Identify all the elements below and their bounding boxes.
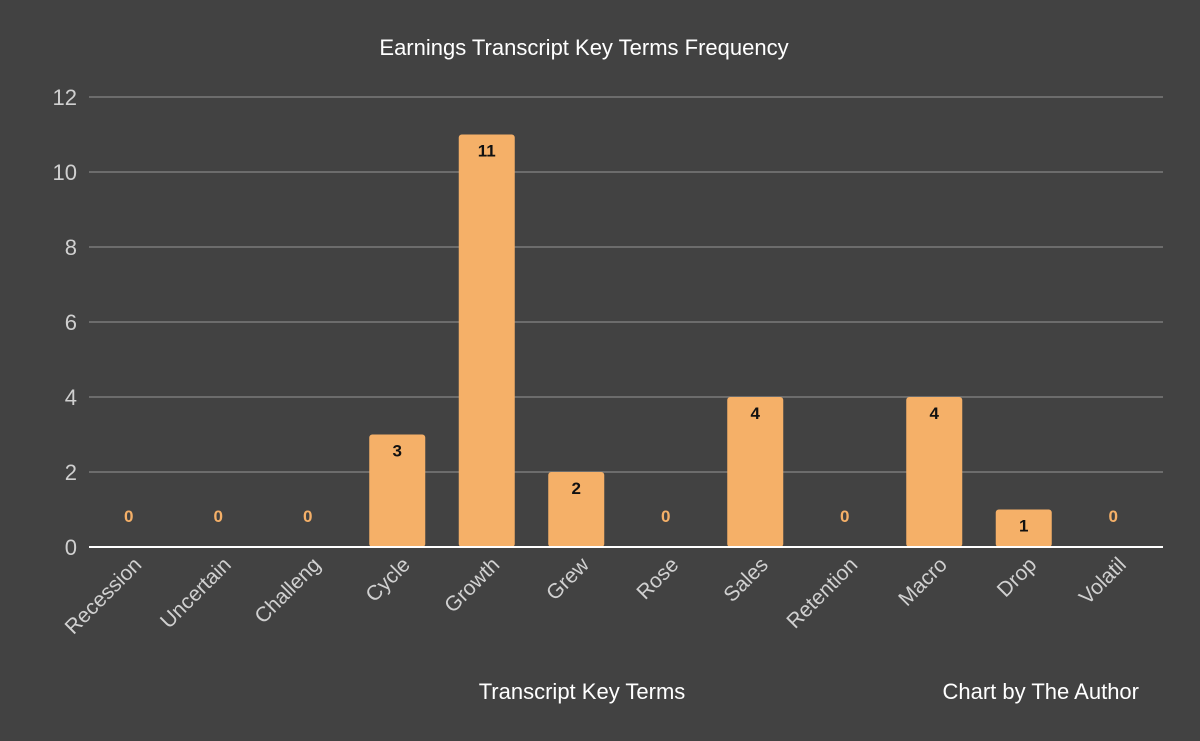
data-label: 1 [1019,517,1028,536]
x-tick-label: Challeng [250,553,325,628]
data-label: 0 [1109,507,1118,526]
y-tick-label: 6 [65,310,77,335]
y-tick-label: 8 [65,235,77,260]
gridlines [89,96,1163,473]
x-tick-label: Uncertain [156,553,236,633]
x-tick-label: Macro [894,553,952,611]
data-label: 2 [572,479,581,498]
x-tick-label: Drop [993,553,1041,601]
y-axis-ticks: 0 2 4 6 8 10 12 [53,85,77,560]
data-label: 0 [661,507,670,526]
data-label: 4 [930,404,940,423]
x-tick-label: Rose [632,553,683,604]
bar-chart: Earnings Transcript Key Terms Frequency … [53,35,1163,704]
x-axis-ticks: Recession Uncertain Challeng Cycle Growth Gre… [61,553,1131,639]
x-axis-title: Transcript Key Terms [479,679,686,704]
y-tick-label: 10 [53,160,77,185]
data-label: 4 [751,404,761,423]
y-tick-label: 12 [53,85,77,110]
data-label: 0 [214,507,223,526]
data-label: 0 [303,507,312,526]
data-label: 0 [124,507,133,526]
data-label: 0 [840,507,849,526]
y-tick-label: 2 [65,460,77,485]
x-tick-label: Grew [542,553,594,605]
data-label: 3 [393,442,402,461]
data-labels: 0 0 0 3 11 2 0 4 0 4 1 0 [124,142,1118,536]
y-tick-label: 4 [65,385,77,410]
x-tick-label: Volatil [1075,553,1131,609]
chart-title: Earnings Transcript Key Terms Frequency [379,35,788,60]
x-tick-label: Retention [782,553,862,633]
y-tick-label: 0 [65,535,77,560]
x-tick-label: Growth [440,553,504,617]
bar-growth [458,134,515,547]
x-tick-label: Cycle [361,553,414,606]
bars [369,134,1052,547]
data-label: 11 [478,142,496,161]
x-tick-label: Sales [719,553,772,606]
x-tick-label: Recession [61,553,147,639]
chart-credit: Chart by The Author [943,679,1140,704]
